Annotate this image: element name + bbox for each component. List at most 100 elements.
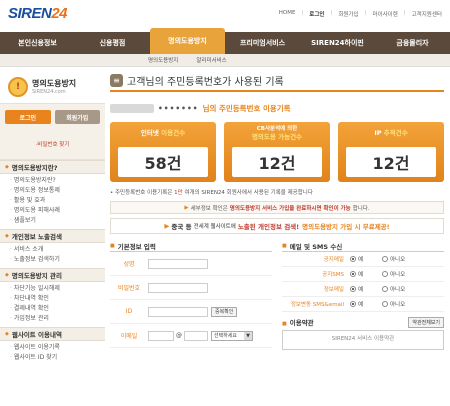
name-label: 성명 xyxy=(123,261,135,268)
sms-row: 공지SMS 예 아니오 xyxy=(282,267,444,282)
login-box: 로그인 회원가입 ·비밀번호 찾기 xyxy=(0,104,105,160)
radio-dot xyxy=(350,286,356,292)
top-link-mysiren[interactable]: 마이사이렌 xyxy=(372,10,397,18)
email-domain-select[interactable]: 선택하세요 ▼ xyxy=(211,330,253,341)
sidebar-item[interactable]: 차단내역 확인 xyxy=(10,294,105,304)
sidebar-item[interactable]: 샘플보기 xyxy=(10,216,105,226)
radio-yes[interactable]: 예 xyxy=(350,270,382,278)
radio-dot xyxy=(382,286,388,292)
radio-no[interactable]: 아니오 xyxy=(382,300,414,308)
sidebar-subtitle: SIREN24.com xyxy=(32,89,66,95)
radio-label: 아니오 xyxy=(390,287,406,293)
radio-no[interactable]: 아니오 xyxy=(382,285,414,293)
find-password-link[interactable]: ·비밀번호 찾기 xyxy=(5,140,100,148)
name-input[interactable] xyxy=(148,258,208,269)
radio-label: 아니오 xyxy=(390,272,406,278)
sidebar-join-button[interactable]: 회원가입 xyxy=(54,110,100,124)
nav-item-hifin[interactable]: SIREN24하이핀 xyxy=(300,32,375,54)
top-link-home[interactable]: HOME xyxy=(279,10,296,18)
radio-label: 예 xyxy=(358,257,364,263)
sidebar-item[interactable]: 결제내역 확인 xyxy=(10,304,105,314)
nav-item-premium[interactable]: 프리미엄서비스 xyxy=(225,32,300,54)
top-link-join[interactable]: 회원가입 xyxy=(338,10,358,18)
sidebar-item[interactable]: 명의도용 정보통제 xyxy=(10,186,105,196)
notice-text: 세부정보 확인은 xyxy=(190,205,228,212)
sms-row-label: 정보메일 xyxy=(323,287,344,293)
sidebar-item[interactable]: 활용 및 효과 xyxy=(10,196,105,206)
notice-highlight: 명의도용방지 서비스 가입을 완료하시면 확인이 가능 xyxy=(229,205,351,212)
notice-text: 합니다. xyxy=(352,205,370,212)
document-icon: ≡ xyxy=(110,73,123,87)
email-domain-input[interactable] xyxy=(184,330,208,341)
top-links: HOME | 로그인 | 회원가입 | 마이사이렌 | 고객지원센터 xyxy=(278,10,442,18)
nav-item-credit-score[interactable]: 신용평점 xyxy=(75,32,150,54)
top-link-login[interactable]: 로그인 xyxy=(309,10,324,18)
forms-area: 기본정보 입력 성명 비밀번호 ID 중복확인 이메일 @ 선택하세요 xyxy=(110,240,444,350)
main-nav: 본인신용정보 신용평점 명의도용방지 프리미엄서비스 SIREN24하이핀 금융… xyxy=(0,28,450,54)
view-terms-button[interactable]: 약관전체보기 xyxy=(408,316,444,328)
main-content: ≡ 고객님의 주민등록번호가 사용된 기록 ••••••• 님의 주민등록번호 … xyxy=(110,70,444,406)
sidebar-item[interactable]: 차단기능 일시해제 xyxy=(10,284,105,294)
radio-yes[interactable]: 예 xyxy=(350,285,382,293)
radio-label: 아니오 xyxy=(390,257,406,263)
info-text: 여개의 SIREN24 회원사에서 사용된 기록을 제공합니다 xyxy=(184,190,313,196)
stat-ip-tracking: IP 추적건수 12건 xyxy=(338,122,444,182)
duplicate-check-button[interactable]: 중복확인 xyxy=(211,306,238,317)
sidebar-item[interactable]: 노출정보 검색하기 xyxy=(10,255,105,265)
stat-label: 인터넷 xyxy=(140,129,159,137)
id-input[interactable] xyxy=(148,306,208,317)
detail-notice[interactable]: ▶ 세부정보 확인은 명의도용방지 서비스 가입을 완료하시면 확인이 가능 합… xyxy=(110,201,444,214)
sidebar-item[interactable]: 서비스 소개 xyxy=(10,245,105,255)
nav-item-credit-info[interactable]: 본인신용정보 xyxy=(0,32,75,54)
subnav-item-identity[interactable]: 명의도용방지 xyxy=(148,56,178,64)
form-row-name: 성명 xyxy=(110,252,272,276)
sidebar-item[interactable]: 명의도용 피해사례 xyxy=(10,206,105,216)
radio-dot xyxy=(350,271,356,277)
exposure-notice[interactable]: ▶ 중국 등 전세계 웹사이트에 노출된 개인정보 검색! 명의도용방지 가입 … xyxy=(110,218,444,234)
email-id-input[interactable] xyxy=(148,330,174,341)
terms-box[interactable]: SIREN24 서비스 이용약관 xyxy=(282,330,444,350)
sidebar-item[interactable]: 명의도용방지란? xyxy=(10,176,105,186)
nav-item-identity-protection[interactable]: 명의도용방지 xyxy=(150,28,225,54)
radio-label: 아니오 xyxy=(390,302,406,308)
siren24-logo[interactable]: SIREN24 xyxy=(8,5,68,22)
form-row-id: ID 중복확인 xyxy=(110,300,272,324)
id-label: ID xyxy=(125,308,133,315)
radio-dot xyxy=(350,256,356,262)
radio-dot xyxy=(382,301,388,307)
chevron-down-icon: ▼ xyxy=(244,331,252,340)
at-sign: @ xyxy=(176,332,182,339)
sidebar-list-exposure: 서비스 소개 노출정보 검색하기 xyxy=(0,243,105,268)
sidebar-login-button[interactable]: 로그인 xyxy=(5,110,51,124)
sidebar-item[interactable]: 웹사이트 이용기록 xyxy=(10,343,105,353)
top-link-support[interactable]: 고객지원센터 xyxy=(412,10,442,18)
sidebar-section-manage[interactable]: 명의도용방지 관리 xyxy=(0,268,105,282)
stat-label-highlight: 이용건수 xyxy=(161,129,186,137)
sms-title: 메일 및 SMS 수신 xyxy=(282,240,444,252)
sidebar-section-website[interactable]: 웹사이트 이용내역 xyxy=(0,327,105,341)
sidebar-section-exposure[interactable]: 개인정보 노출검색 xyxy=(0,229,105,243)
nav-item-finance-mall[interactable]: 금융몰리자 xyxy=(375,32,450,54)
sms-row-label: 공지메일 xyxy=(323,257,344,263)
radio-no[interactable]: 아니오 xyxy=(382,255,414,263)
page-title: ≡ 고객님의 주민등록번호가 사용된 기록 xyxy=(110,70,444,92)
sidebar-item[interactable]: 가입정보 관리 xyxy=(10,314,105,324)
radio-yes[interactable]: 예 xyxy=(350,300,382,308)
radio-yes[interactable]: 예 xyxy=(350,255,382,263)
sidebar-list-manage: 차단기능 일시해제 차단내역 확인 결제내역 확인 가입정보 관리 xyxy=(0,282,105,327)
stat-label: CB사분석에 의한 xyxy=(256,126,298,132)
record-label: 님의 주민등록번호 이용기록 xyxy=(202,103,291,113)
sidebar-title: 명의도용방지 xyxy=(32,79,77,88)
notice-highlight: 노출된 개인정보 검색! xyxy=(237,223,300,231)
stat-label-highlight: 명의도용 가능건수 xyxy=(251,133,303,141)
subnav-item-alarm[interactable]: 알리미서비스 xyxy=(196,56,226,64)
radio-dot xyxy=(382,256,388,262)
radio-no[interactable]: 아니오 xyxy=(382,270,414,278)
logo-text: SIREN xyxy=(8,5,52,22)
sidebar-section-about[interactable]: 명의도용방지란? xyxy=(0,160,105,174)
sidebar-item[interactable]: 웹사이트 ID 찾기 xyxy=(10,353,105,363)
terms-header: 이용약관 약관전체보기 xyxy=(282,316,444,328)
radio-label: 예 xyxy=(358,302,364,308)
stats-row: 인터넷 이용건수 58건 CB사분석에 의한 명의도용 가능건수 12건 IP 추… xyxy=(110,122,444,182)
password-input[interactable] xyxy=(148,282,208,293)
